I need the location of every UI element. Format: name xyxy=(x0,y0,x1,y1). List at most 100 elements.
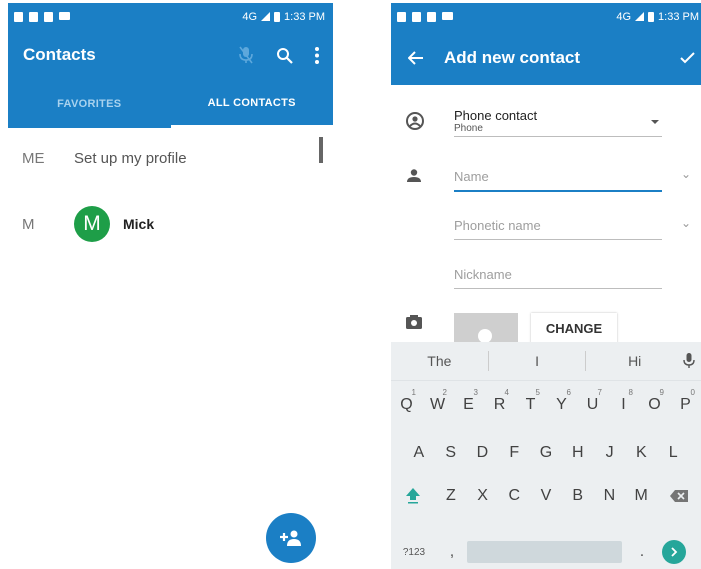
set-up-profile-label: Set up my profile xyxy=(74,149,187,167)
fast-scroll-bar[interactable] xyxy=(319,137,323,163)
key-c[interactable]: C xyxy=(498,487,530,505)
phonetic-name-field[interactable]: Phonetic name xyxy=(454,218,662,240)
camera-icon xyxy=(406,315,422,329)
add-person-icon xyxy=(280,530,301,546)
suggestion-item[interactable]: Hi xyxy=(586,353,683,369)
period-key[interactable]: . xyxy=(622,543,662,561)
key-p[interactable]: P0 xyxy=(670,388,701,414)
expand-chevron-icon[interactable]: ⌄ xyxy=(681,216,691,230)
dropdown-arrow-icon xyxy=(651,120,659,124)
shift-icon xyxy=(406,488,420,504)
notification-icon xyxy=(397,11,406,22)
key-a[interactable]: A xyxy=(403,444,435,462)
status-time: 1:33 PM xyxy=(284,10,325,23)
section-letter: M xyxy=(22,215,35,233)
key-f[interactable]: F xyxy=(498,444,530,462)
more-options-icon[interactable] xyxy=(315,46,319,64)
expand-chevron-icon[interactable]: ⌄ xyxy=(681,167,691,181)
space-bar[interactable] xyxy=(467,541,622,563)
network-type: 4G xyxy=(242,10,258,23)
key-s[interactable]: S xyxy=(435,444,467,462)
key-w[interactable]: W2 xyxy=(422,388,453,414)
account-selector[interactable]: Phone contact Phone xyxy=(391,106,701,151)
avatar-letter: M xyxy=(83,212,101,235)
list-item[interactable]: ME Set up my profile xyxy=(8,138,333,178)
notification-icons xyxy=(8,11,70,22)
photo-placeholder-icon xyxy=(478,329,492,343)
next-arrow-icon xyxy=(671,547,678,557)
status-bar: 4G 1:33 PM xyxy=(8,3,333,30)
notification-icons xyxy=(391,11,453,22)
contact-name: Mick xyxy=(123,216,155,232)
add-contact-button[interactable] xyxy=(266,513,316,563)
lock-icon xyxy=(427,11,436,22)
key-i[interactable]: I8 xyxy=(608,388,639,414)
list-item[interactable]: M M Mick xyxy=(8,203,333,245)
key-u[interactable]: U7 xyxy=(577,388,608,414)
account-circle-icon xyxy=(406,112,424,130)
signal-icon xyxy=(635,12,645,21)
suggestion-strip: The I Hi xyxy=(391,342,701,381)
back-arrow-icon[interactable] xyxy=(408,50,424,65)
status-bar: 4G 1:33 PM xyxy=(391,3,701,30)
avatar: M xyxy=(74,206,110,242)
key-r[interactable]: R4 xyxy=(484,388,515,414)
key-z[interactable]: Z xyxy=(435,487,467,505)
enter-key[interactable] xyxy=(662,540,686,564)
soft-keyboard: The I Hi Q1W2E3R4T5Y6U7I8O9P0 ASDFGHJKL … xyxy=(391,342,701,569)
lock-icon xyxy=(44,11,53,22)
page-title: Add new contact xyxy=(444,47,581,67)
account-type: Phone xyxy=(454,123,483,134)
signal-icon xyxy=(261,12,271,21)
app-bar: Add new contact xyxy=(391,30,701,85)
key-x[interactable]: X xyxy=(467,487,499,505)
backspace-key[interactable] xyxy=(657,489,701,503)
notification-icon xyxy=(29,11,38,22)
nickname-row: Nickname xyxy=(391,265,701,295)
key-row-3: ZXCVBNM xyxy=(391,487,701,505)
key-k[interactable]: K xyxy=(625,444,657,462)
key-g[interactable]: G xyxy=(530,444,562,462)
key-row-2: ASDFGHJKL xyxy=(391,444,701,462)
key-m[interactable]: M xyxy=(625,487,657,505)
section-letter: ME xyxy=(22,149,45,167)
contact-photo[interactable] xyxy=(454,313,518,343)
key-o[interactable]: O9 xyxy=(639,388,670,414)
suggestion-item[interactable]: The xyxy=(391,353,488,369)
key-n[interactable]: N xyxy=(594,487,626,505)
mic-icon[interactable] xyxy=(238,46,254,64)
status-time: 1:33 PM xyxy=(658,10,699,23)
notification-icon xyxy=(412,11,421,22)
key-l[interactable]: L xyxy=(657,444,689,462)
key-row-4: ?123 , . xyxy=(391,537,701,567)
change-photo-button[interactable]: CHANGE xyxy=(531,313,617,343)
key-b[interactable]: B xyxy=(562,487,594,505)
key-e[interactable]: E3 xyxy=(453,388,484,414)
voice-input-icon[interactable] xyxy=(683,353,695,369)
key-y[interactable]: Y6 xyxy=(546,388,577,414)
key-v[interactable]: V xyxy=(530,487,562,505)
image-icon xyxy=(442,11,453,20)
check-icon[interactable] xyxy=(680,51,695,64)
key-q[interactable]: Q1 xyxy=(391,388,422,414)
person-icon xyxy=(407,169,421,182)
name-field[interactable]: Name xyxy=(454,169,662,192)
key-h[interactable]: H xyxy=(562,444,594,462)
key-t[interactable]: T5 xyxy=(515,388,546,414)
phonetic-row: Phonetic name ⌄ xyxy=(391,216,701,246)
nickname-field[interactable]: Nickname xyxy=(454,267,662,289)
symbols-key[interactable]: ?123 xyxy=(391,547,437,558)
tab-all-contacts[interactable]: ALL CONTACTS xyxy=(170,80,333,128)
key-d[interactable]: D xyxy=(467,444,499,462)
network-type: 4G xyxy=(616,10,632,23)
tab-favorites[interactable]: FAVORITES xyxy=(8,80,171,128)
notification-icon xyxy=(14,11,23,22)
suggestion-item[interactable]: I xyxy=(489,353,586,369)
shift-key[interactable] xyxy=(391,487,435,505)
key-row-1: Q1W2E3R4T5Y6U7I8O9P0 xyxy=(391,388,701,414)
key-j[interactable]: J xyxy=(594,444,626,462)
photo-row: CHANGE xyxy=(391,313,701,343)
comma-key[interactable]: , xyxy=(437,543,467,561)
search-icon[interactable] xyxy=(276,47,293,64)
battery-icon xyxy=(274,11,281,22)
